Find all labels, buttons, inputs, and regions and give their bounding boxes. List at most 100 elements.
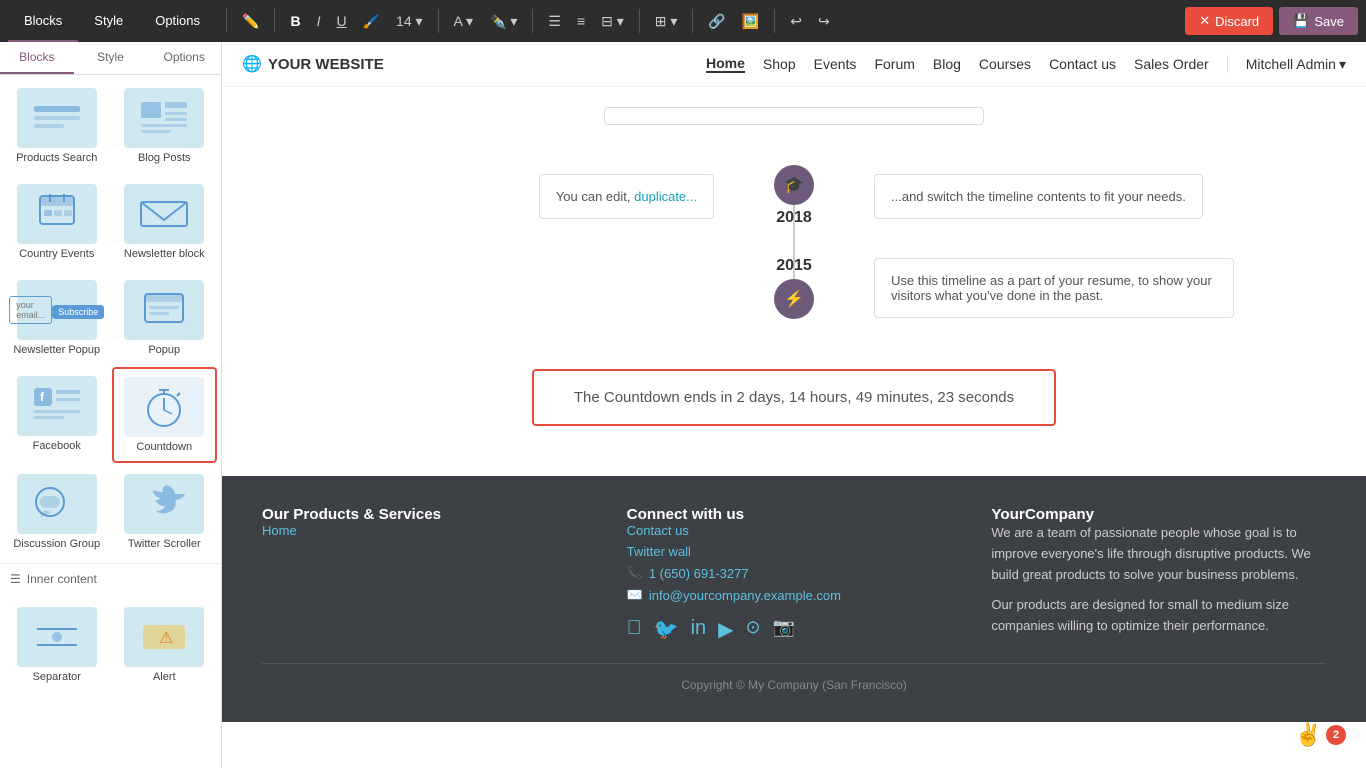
nav-link-events[interactable]: Events [814, 56, 857, 72]
facebook-social-icon[interactable]:  [627, 617, 642, 642]
font-color-icon[interactable]: A ▾ [449, 9, 478, 34]
nav-bar: 🌐 YOUR WEBSITE Home Shop Events Forum Bl… [222, 42, 1366, 87]
twitter-social-icon[interactable]: 🐦 [654, 617, 679, 642]
toolbar-divider-7 [774, 9, 775, 33]
footer-social-icons:  🐦 in ▶ ⊙ 📷 [627, 617, 962, 642]
footer-col2-title: Connect with us [627, 506, 962, 523]
timeline-left-2018: You can edit, duplicate... [272, 174, 774, 219]
block-thumb-facebook: f [17, 376, 97, 436]
block-label-country-events: Country Events [19, 248, 94, 260]
footer-col2: Connect with us Contact us Twitter wall … [627, 506, 962, 647]
block-separator[interactable]: Separator [4, 598, 110, 692]
linkedin-social-icon[interactable]: in [691, 617, 707, 642]
stroke-icon[interactable]: ✒️ ▾ [484, 9, 522, 34]
block-newsletter-popup[interactable]: your email... Subscribe Newsletter Popup [4, 271, 110, 365]
block-label-products-search: Products Search [16, 152, 97, 164]
block-thumb-newsletter-popup: your email... Subscribe [17, 280, 97, 340]
floating-badge: ✌️ 2 [1295, 722, 1346, 748]
sidebar-tab-options[interactable]: Options [147, 42, 221, 74]
italic-icon[interactable]: I [312, 9, 326, 33]
footer-contact-link[interactable]: Contact us [627, 523, 962, 538]
timeline-row-2018: You can edit, duplicate... 🎓 2018 ...and… [272, 165, 1316, 227]
bold-icon[interactable]: B [285, 9, 305, 33]
block-country-events[interactable]: Country Events [4, 175, 110, 269]
nav-link-courses[interactable]: Courses [979, 56, 1031, 72]
underline-icon[interactable]: U [331, 9, 351, 33]
sub-blocks-grid: Separator ⚠ Alert [0, 594, 221, 696]
block-label-alert: Alert [153, 671, 176, 683]
nav-user[interactable]: Mitchell Admin ▾ [1246, 56, 1346, 73]
block-thumb-popup [124, 280, 204, 340]
list-unordered-icon[interactable]: ☰ [543, 9, 566, 34]
block-facebook[interactable]: f Facebook [4, 367, 110, 463]
chevron-down-icon: ▾ [1339, 56, 1346, 73]
nav-link-contact[interactable]: Contact us [1049, 56, 1116, 72]
badge-count: 2 [1326, 725, 1346, 745]
toolbar-divider-3 [438, 9, 439, 33]
peace-sign-icon: ✌️ [1295, 722, 1322, 748]
block-label-countdown: Countdown [136, 441, 192, 453]
list-ordered-icon[interactable]: ≡ [572, 9, 590, 33]
tab-options[interactable]: Options [139, 0, 216, 42]
discard-button[interactable]: ✕ Discard [1185, 7, 1273, 35]
highlight-icon[interactable]: 🖌️ [358, 9, 385, 34]
nav-link-home[interactable]: Home [706, 55, 745, 73]
timeline-right-2015: Use this timeline as a part of your resu… [814, 258, 1316, 318]
block-newsletter-block[interactable]: Newsletter block [112, 175, 218, 269]
timeline-year-2015: 2015 [776, 257, 812, 275]
footer-email: ✉️ info@yourcompany.example.com [627, 587, 962, 603]
main-area: 🌐 YOUR WEBSITE Home Shop Events Forum Bl… [222, 42, 1366, 768]
timeline-right-2018: ...and switch the timeline contents to f… [814, 174, 1316, 219]
toolbar-divider-6 [692, 9, 693, 33]
save-button[interactable]: 💾 Save [1279, 7, 1358, 35]
page-content: You can edit, duplicate... 🎓 2018 ...and… [222, 87, 1366, 466]
block-products-search[interactable]: Products Search [4, 79, 110, 173]
timeline-year-2018: 2018 [776, 209, 812, 227]
table-icon[interactable]: ⊞ ▾ [650, 9, 683, 34]
footer-link-home[interactable]: Home [262, 523, 597, 538]
block-thumb-countdown [124, 377, 204, 437]
nav-link-blog[interactable]: Blog [933, 56, 961, 72]
timeline-input[interactable] [604, 107, 984, 125]
discard-icon: ✕ [1199, 13, 1210, 29]
block-alert[interactable]: ⚠ Alert [112, 598, 218, 692]
block-thumb-newsletter-block [124, 184, 204, 244]
footer-col1-title: Our Products & Services [262, 506, 597, 523]
footer-grid: Our Products & Services Home Connect wit… [262, 506, 1326, 647]
block-blog-posts[interactable]: Blog Posts [112, 79, 218, 173]
nav-link-shop[interactable]: Shop [763, 56, 796, 72]
undo-icon[interactable]: ↩ [785, 9, 807, 34]
countdown-text: The Countdown ends in 2 days, 14 hours, … [574, 389, 1014, 406]
block-label-newsletter-block: Newsletter block [124, 248, 205, 260]
countdown-section: The Countdown ends in 2 days, 14 hours, … [252, 349, 1336, 446]
nav-link-forum[interactable]: Forum [874, 56, 914, 72]
youtube-social-icon[interactable]: ▶ [718, 617, 733, 642]
tab-style[interactable]: Style [78, 0, 139, 42]
nav-link-sales[interactable]: Sales Order [1134, 56, 1209, 72]
font-size-icon[interactable]: 14 ▾ [391, 9, 428, 34]
sidebar-tab-style[interactable]: Style [74, 42, 148, 74]
block-label-twitter-scroller: Twitter Scroller [128, 538, 201, 550]
block-thumb-products-search [17, 88, 97, 148]
nav-links: Home Shop Events Forum Blog Courses Cont… [706, 55, 1346, 73]
footer-col3: YourCompany We are a team of passionate … [991, 506, 1326, 647]
block-discussion-group[interactable]: Discussion Group [4, 465, 110, 559]
globe-icon: 🌐 [242, 54, 262, 74]
github-social-icon[interactable]: ⊙ [746, 617, 761, 642]
pencil-icon[interactable]: ✏️ [237, 9, 264, 34]
footer-twitter-link[interactable]: Twitter wall [627, 544, 962, 559]
block-twitter-scroller[interactable]: Twitter Scroller [112, 465, 218, 559]
instagram-social-icon[interactable]: 📷 [773, 617, 795, 642]
redo-icon[interactable]: ↪ [813, 9, 835, 34]
block-countdown[interactable]: Countdown [112, 367, 218, 463]
image-icon[interactable]: 🖼️ [737, 9, 764, 34]
link-icon[interactable]: 🔗 [703, 9, 730, 34]
block-popup[interactable]: Popup [112, 271, 218, 365]
sidebar-tab-blocks[interactable]: Blocks [0, 42, 74, 74]
timeline-dot-2015: ⚡ [774, 279, 814, 319]
block-thumb-twitter-scroller [124, 474, 204, 534]
tab-blocks[interactable]: Blocks [8, 0, 78, 42]
align-icon[interactable]: ⊟ ▾ [596, 9, 629, 34]
footer-col3-title: YourCompany [991, 506, 1326, 523]
toolbar-divider-4 [532, 9, 533, 33]
